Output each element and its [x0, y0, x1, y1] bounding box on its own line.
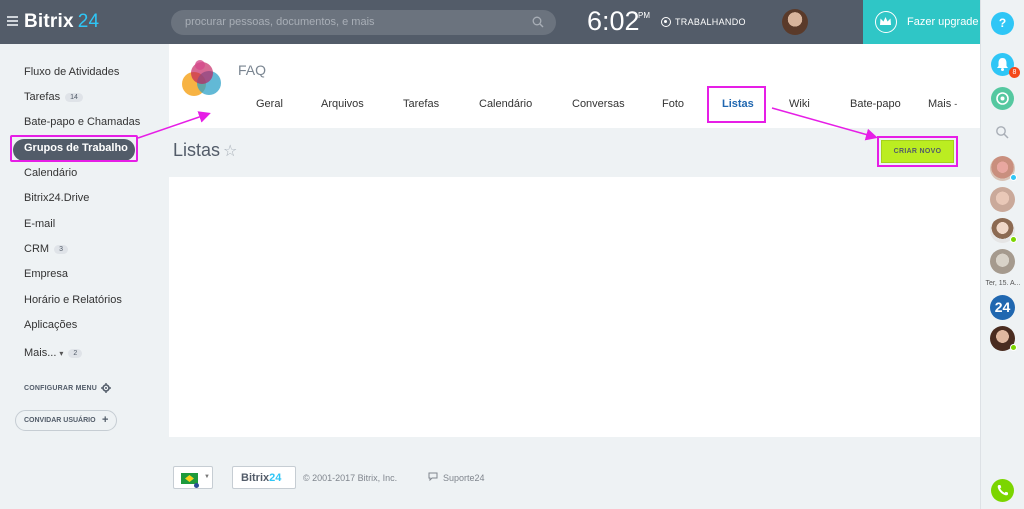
- sidebar-item-label: Calendário: [24, 167, 78, 179]
- tab-conversations[interactable]: Conversas: [572, 98, 625, 110]
- chevron-down-icon: -: [954, 99, 958, 109]
- footer-logo-number: 24: [269, 472, 282, 484]
- sidebar-item-label: E-mail: [24, 218, 56, 230]
- plus-icon: +: [102, 414, 109, 426]
- sidebar-item-company[interactable]: Empresa: [24, 268, 68, 280]
- user-avatar[interactable]: [782, 9, 808, 35]
- chevron-down-icon: ▼: [204, 474, 210, 480]
- sidebar-item-tasks[interactable]: Tarefas 14: [24, 91, 83, 103]
- tab-wiki[interactable]: Wiki: [789, 98, 810, 110]
- sidebar-item-label: Tarefas: [24, 91, 61, 103]
- hamburger-icon[interactable]: [7, 16, 18, 27]
- group-logo-icon[interactable]: [180, 59, 224, 101]
- page-title: Listas: [173, 140, 221, 160]
- configure-menu-button[interactable]: CONFIGURAR MENU: [24, 385, 97, 392]
- invite-user-button[interactable]: CONVIDAR USUÁRIO +: [15, 410, 117, 431]
- search-placeholder: procurar pessoas, documentos, e mais: [185, 16, 375, 28]
- tab-general[interactable]: Geral: [256, 98, 283, 110]
- sidebar-item-chat-calls[interactable]: Bate-papo e Chamadas: [24, 116, 140, 128]
- upgrade-button[interactable]: Fazer upgrade: [863, 0, 980, 44]
- upgrade-label: Fazer upgrade: [907, 16, 979, 28]
- sidebar-item-applications[interactable]: Aplicações: [24, 319, 77, 331]
- search-input[interactable]: procurar pessoas, documentos, e mais: [171, 10, 556, 35]
- top-header: Bitrix 24 procurar pessoas, documentos, e…: [0, 0, 980, 44]
- sidebar-item-count: 3: [54, 245, 68, 254]
- lists-content-area: [169, 177, 980, 437]
- sidebar-item-time-reports[interactable]: Horário e Relatórios: [24, 294, 122, 306]
- group-header: FAQ Geral Arquivos Tarefas Calendário Co…: [169, 44, 980, 128]
- right-rail: ? 8 Ter, 15. A... 24: [980, 0, 1024, 509]
- notification-count: 8: [1009, 67, 1020, 78]
- sidebar-item-label: Empresa: [24, 268, 69, 280]
- language-selector[interactable]: ▼: [173, 466, 213, 489]
- annotation-highlight-box: [707, 86, 766, 123]
- contact-avatar[interactable]: [990, 249, 1015, 274]
- sidebar-item-crm[interactable]: CRM 3: [24, 243, 68, 255]
- work-status[interactable]: TRABALHANDO: [675, 17, 746, 27]
- clock-suffix: PM: [638, 11, 650, 20]
- create-new-button[interactable]: CRIAR NOVO: [881, 140, 954, 163]
- chat-icon[interactable]: [991, 87, 1014, 110]
- invite-user-label: CONVIDAR USUÁRIO: [24, 417, 96, 424]
- sidebar-item-calendar[interactable]: Calendário: [24, 167, 77, 179]
- star-icon[interactable]: ☆: [223, 141, 237, 161]
- logo-number: 24: [77, 11, 100, 32]
- gear-icon[interactable]: [101, 383, 111, 393]
- sidebar-item-count: 14: [65, 93, 83, 102]
- status-dot: [1010, 344, 1017, 351]
- copyright-text: © 2001-2017 Bitrix, Inc.: [303, 473, 398, 483]
- tab-photo[interactable]: Foto: [662, 98, 684, 110]
- sidebar-item-activity-stream[interactable]: Fluxo de Atividades: [24, 66, 119, 78]
- bitrix24-footer-logo[interactable]: Bitrix24: [232, 466, 296, 489]
- sidebar-item-label: Fluxo de Atividades: [24, 66, 120, 78]
- sidebar-item-label: Aplicações: [24, 319, 78, 331]
- chevron-down-icon: ▾: [59, 349, 64, 358]
- tab-files[interactable]: Arquivos: [321, 98, 364, 110]
- group-name[interactable]: FAQ: [238, 62, 266, 78]
- sidebar-item-label: CRM: [24, 243, 50, 255]
- footer-logo-text: Bitrix: [241, 472, 270, 484]
- clock-time[interactable]: 6:02: [587, 6, 640, 37]
- status-dot: [1010, 236, 1017, 243]
- work-status-icon[interactable]: [661, 17, 671, 27]
- comment-icon: [428, 472, 438, 481]
- sidebar-item-email[interactable]: E-mail: [24, 218, 55, 230]
- sidebar-item-label: Horário e Relatórios: [24, 294, 122, 306]
- logo-text: Bitrix: [24, 11, 74, 32]
- contact-avatar[interactable]: [990, 187, 1015, 212]
- status-dot: [1010, 174, 1017, 181]
- sidebar-item-more[interactable]: Mais... ▾ 2: [24, 347, 83, 359]
- sidebar-item-label: Bitrix24.Drive: [24, 192, 90, 204]
- left-sidebar: Fluxo de Atividades Tarefas 14 Bate-papo …: [0, 44, 169, 509]
- tab-calendar[interactable]: Calendário: [479, 98, 532, 110]
- sidebar-item-drive[interactable]: Bitrix24.Drive: [24, 192, 89, 204]
- crown-icon: [875, 11, 897, 33]
- tab-more-label: Mais: [928, 98, 952, 110]
- sidebar-item-label: Mais...: [24, 347, 57, 359]
- annotation-highlight-box: [10, 135, 138, 162]
- search-icon[interactable]: [995, 125, 1009, 139]
- brazil-flag-icon: [181, 473, 199, 488]
- phone-icon[interactable]: [991, 479, 1014, 502]
- support-link[interactable]: Suporte24: [443, 473, 485, 483]
- sidebar-item-label: Bate-papo e Chamadas: [24, 116, 141, 128]
- bitrix24-app-icon[interactable]: 24: [990, 295, 1015, 320]
- tab-tasks[interactable]: Tarefas: [403, 98, 439, 110]
- sidebar-item-count: 2: [68, 349, 83, 358]
- bitrix24-logo[interactable]: Bitrix 24: [24, 11, 99, 33]
- help-button[interactable]: ?: [991, 12, 1014, 35]
- tab-chat[interactable]: Bate-papo: [850, 98, 901, 110]
- create-new-label: CRIAR NOVO: [893, 148, 942, 155]
- search-icon[interactable]: [532, 16, 544, 28]
- contact-date: Ter, 15. A...: [985, 280, 1021, 287]
- tab-more[interactable]: Mais -: [928, 98, 957, 110]
